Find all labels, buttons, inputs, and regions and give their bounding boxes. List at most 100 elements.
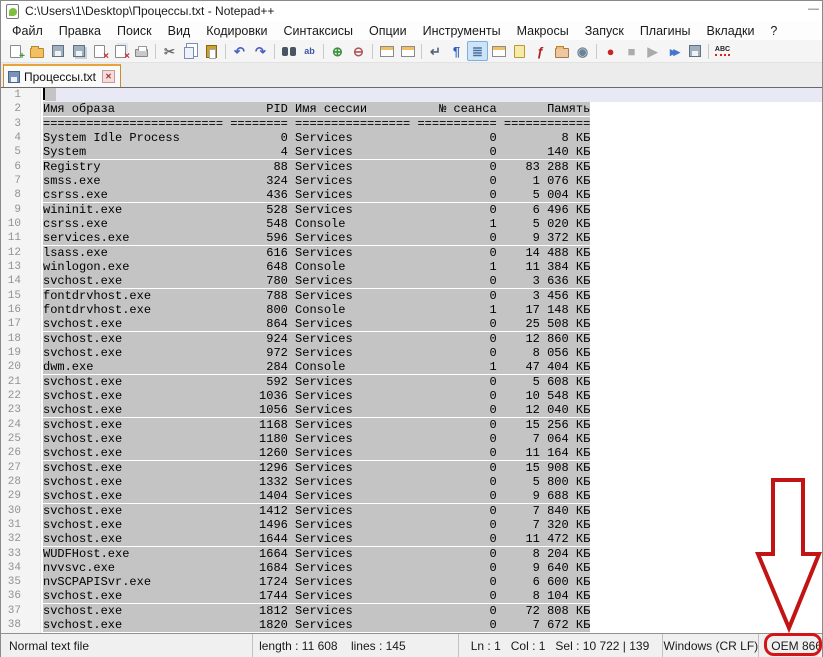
editor-line[interactable]: 19svchost.exe 972 Services 0 8 056 КБ bbox=[1, 346, 822, 360]
status-eol-format[interactable]: Windows (CR LF) bbox=[663, 634, 759, 657]
editor-line[interactable]: 11services.exe 596 Services 0 9 372 КБ bbox=[1, 231, 822, 245]
editor-line[interactable]: 25svchost.exe 1180 Services 0 7 064 КБ bbox=[1, 432, 822, 446]
editor-line[interactable]: 36svchost.exe 1744 Services 0 8 104 КБ bbox=[1, 589, 822, 603]
editor-line[interactable]: 22svchost.exe 1036 Services 0 10 548 КБ bbox=[1, 389, 822, 403]
tab-processes-txt[interactable]: Процессы.txt ✕ bbox=[3, 64, 121, 87]
menu-item-12[interactable]: ? bbox=[762, 23, 785, 39]
menu-item-5[interactable]: Синтаксисы bbox=[275, 23, 361, 39]
doc-map-icon[interactable] bbox=[509, 41, 530, 61]
user-dialog-icon[interactable] bbox=[488, 41, 509, 61]
menu-item-2[interactable]: Поиск bbox=[109, 23, 160, 39]
editor-line[interactable]: 9wininit.exe 528 Services 0 6 496 КБ bbox=[1, 203, 822, 217]
zoom-out-icon[interactable]: ⊖ bbox=[348, 41, 369, 61]
status-doc-type: Normal text file bbox=[1, 634, 253, 657]
sync-horizontal-icon[interactable] bbox=[397, 41, 418, 61]
macro-play-icon[interactable]: ▶ bbox=[642, 41, 663, 61]
editor-line[interactable]: 23svchost.exe 1056 Services 0 12 040 КБ bbox=[1, 403, 822, 417]
editor-line[interactable]: 8csrss.exe 436 Services 0 5 004 КБ bbox=[1, 188, 822, 202]
editor-line[interactable]: 31svchost.exe 1496 Services 0 7 320 КБ bbox=[1, 518, 822, 532]
function-list-icon[interactable]: ƒ bbox=[530, 41, 551, 61]
editor-line[interactable]: 20dwm.exe 284 Console 1 47 404 КБ bbox=[1, 360, 822, 374]
tab-close-icon[interactable]: ✕ bbox=[102, 70, 115, 83]
status-encoding[interactable]: OEM 866 bbox=[759, 634, 822, 657]
selected-text: svchost.exe 1412 Services 0 7 840 КБ bbox=[43, 504, 590, 518]
menu-item-4[interactable]: Кодировки bbox=[198, 23, 275, 39]
menu-item-10[interactable]: Плагины bbox=[632, 23, 699, 39]
line-number: 35 bbox=[1, 575, 21, 589]
editor-line[interactable]: 27svchost.exe 1296 Services 0 15 908 КБ bbox=[1, 461, 822, 475]
line-number: 24 bbox=[1, 418, 21, 432]
macro-run-multi-icon[interactable]: ▸▸ bbox=[663, 41, 684, 61]
selected-text: csrss.exe 548 Console 1 5 020 КБ bbox=[43, 217, 590, 231]
undo-icon[interactable]: ↶ bbox=[229, 41, 250, 61]
print-icon[interactable] bbox=[131, 41, 152, 61]
close-all-icon[interactable]: × bbox=[110, 41, 131, 61]
editor-content[interactable]: 12Имя образа PID Имя сессии № сеанса Пам… bbox=[1, 88, 822, 632]
replace-icon[interactable]: ab bbox=[299, 41, 320, 61]
editor-line[interactable]: 3========================= ======== ====… bbox=[1, 117, 822, 131]
editor-line[interactable]: 21svchost.exe 592 Services 0 5 608 КБ bbox=[1, 375, 822, 389]
menu-item-0[interactable]: Файл bbox=[4, 23, 51, 39]
line-number: 30 bbox=[1, 504, 21, 518]
editor-line[interactable]: 10csrss.exe 548 Console 1 5 020 КБ bbox=[1, 217, 822, 231]
selected-text: svchost.exe 1036 Services 0 10 548 КБ bbox=[43, 389, 590, 403]
editor-line[interactable]: 6Registry 88 Services 0 83 288 КБ bbox=[1, 160, 822, 174]
editor-line[interactable]: 28svchost.exe 1332 Services 0 5 800 КБ bbox=[1, 475, 822, 489]
macro-record-icon[interactable]: ● bbox=[600, 41, 621, 61]
editor-line[interactable]: 24svchost.exe 1168 Services 0 15 256 КБ bbox=[1, 418, 822, 432]
editor-line[interactable]: 38svchost.exe 1820 Services 0 7 672 КБ bbox=[1, 618, 822, 632]
editor-line[interactable]: 5System 4 Services 0 140 КБ bbox=[1, 145, 822, 159]
menu-item-3[interactable]: Вид bbox=[160, 23, 199, 39]
editor-line[interactable]: 33WUDFHost.exe 1664 Services 0 8 204 КБ bbox=[1, 547, 822, 561]
word-wrap-icon[interactable]: ↵ bbox=[425, 41, 446, 61]
editor-line[interactable]: 30 svchost.exe 1412 Services 0 7 840 КБ bbox=[1, 504, 822, 518]
save-all-icon[interactable] bbox=[68, 41, 89, 61]
editor-line[interactable]: 18svchost.exe 924 Services 0 12 860 КБ bbox=[1, 332, 822, 346]
save-icon[interactable] bbox=[47, 41, 68, 61]
editor-line[interactable]: 14svchost.exe 780 Services 0 3 636 КБ bbox=[1, 274, 822, 288]
menu-item-8[interactable]: Макросы bbox=[509, 23, 577, 39]
editor-line[interactable]: 32svchost.exe 1644 Services 0 11 472 КБ bbox=[1, 532, 822, 546]
indent-guide-icon[interactable]: ≣ bbox=[467, 41, 488, 61]
editor-line[interactable]: 4System Idle Process 0 Services 0 8 КБ bbox=[1, 131, 822, 145]
text-editor[interactable]: 12Имя образа PID Имя сессии № сеанса Пам… bbox=[1, 88, 822, 633]
editor-line[interactable]: 1 bbox=[1, 88, 822, 102]
cut-icon[interactable]: ✂ bbox=[159, 41, 180, 61]
minimize-button[interactable]: — bbox=[808, 3, 819, 15]
editor-line[interactable]: 26svchost.exe 1260 Services 0 11 164 КБ bbox=[1, 446, 822, 460]
editor-line[interactable]: 13winlogon.exe 648 Console 1 11 384 КБ bbox=[1, 260, 822, 274]
macro-stop-icon[interactable]: ■ bbox=[621, 41, 642, 61]
editor-line[interactable]: 15fontdrvhost.exe 788 Services 0 3 456 К… bbox=[1, 289, 822, 303]
zoom-in-icon[interactable]: ⊕ bbox=[327, 41, 348, 61]
editor-line[interactable]: 29svchost.exe 1404 Services 0 9 688 КБ bbox=[1, 489, 822, 503]
macro-save-icon[interactable] bbox=[684, 41, 705, 61]
paste-icon[interactable] bbox=[201, 41, 222, 61]
show-all-chars-icon[interactable]: ¶ bbox=[446, 41, 467, 61]
menu-item-9[interactable]: Запуск bbox=[577, 23, 632, 39]
editor-line[interactable]: 37svchost.exe 1812 Services 0 72 808 КБ bbox=[1, 604, 822, 618]
editor-line[interactable]: 12lsass.exe 616 Services 0 14 488 КБ bbox=[1, 246, 822, 260]
copy-icon[interactable] bbox=[180, 41, 201, 61]
monitoring-eye-icon[interactable]: ◉ bbox=[572, 41, 593, 61]
editor-line[interactable]: 7smss.exe 324 Services 0 1 076 КБ bbox=[1, 174, 822, 188]
spell-abc-icon[interactable]: ABC bbox=[712, 41, 733, 61]
new-file-icon[interactable]: + bbox=[5, 41, 26, 61]
sync-vertical-icon[interactable] bbox=[376, 41, 397, 61]
editor-line[interactable]: 17svchost.exe 864 Services 0 25 508 КБ bbox=[1, 317, 822, 331]
editor-line[interactable]: 2Имя образа PID Имя сессии № сеанса Памя… bbox=[1, 102, 822, 116]
menu-item-7[interactable]: Инструменты bbox=[415, 23, 509, 39]
menu-item-1[interactable]: Правка bbox=[51, 23, 109, 39]
find-icon[interactable] bbox=[278, 41, 299, 61]
editor-line[interactable]: 35nvSCPAPISvr.exe 1724 Services 0 6 600 … bbox=[1, 575, 822, 589]
menu-item-6[interactable]: Опции bbox=[361, 23, 415, 39]
editor-line[interactable]: 16fontdrvhost.exe 800 Console 1 17 148 К… bbox=[1, 303, 822, 317]
open-folder-icon[interactable] bbox=[26, 41, 47, 61]
folder-workspace-icon[interactable] bbox=[551, 41, 572, 61]
editor-line[interactable]: 34nvvsvc.exe 1684 Services 0 9 640 КБ bbox=[1, 561, 822, 575]
tab-bar: Процессы.txt ✕ bbox=[1, 63, 822, 88]
line-number: 28 bbox=[1, 475, 21, 489]
close-icon[interactable]: × bbox=[89, 41, 110, 61]
redo-icon[interactable]: ↷ bbox=[250, 41, 271, 61]
menu-item-11[interactable]: Вкладки bbox=[698, 23, 762, 39]
line-number: 4 bbox=[1, 131, 21, 145]
